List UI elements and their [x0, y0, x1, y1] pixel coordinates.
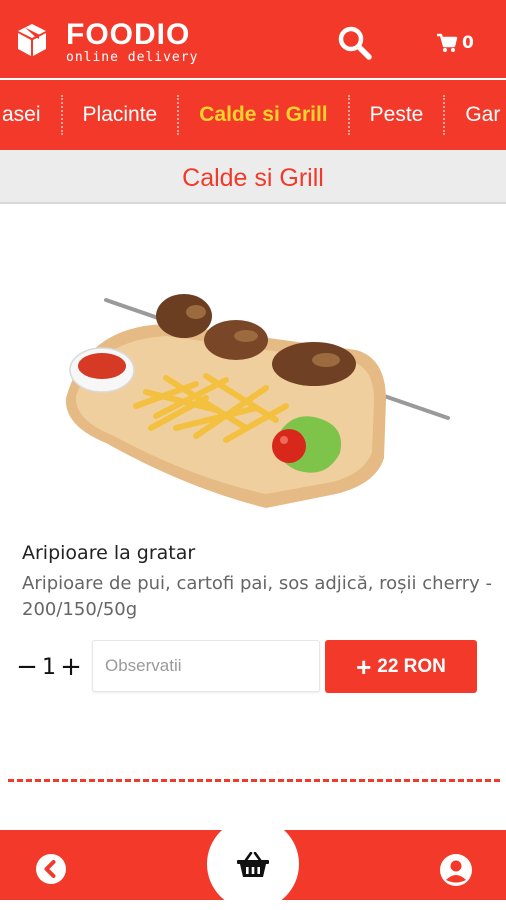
profile-button[interactable]	[440, 854, 472, 886]
search-button[interactable]	[336, 24, 374, 62]
product-image[interactable]	[56, 288, 452, 510]
decrement-button[interactable]: −	[16, 652, 38, 682]
brand[interactable]: FOODIO online delivery	[66, 20, 198, 66]
brand-name: FOODIO	[66, 18, 191, 51]
category-title: Calde si Grill	[182, 164, 324, 192]
search-icon	[338, 26, 372, 60]
nav-item-peste[interactable]: Peste	[350, 95, 446, 135]
category-nav: asei Placinte Calde si Grill Peste Gar	[0, 80, 506, 150]
cart-button[interactable]: 0	[436, 30, 474, 56]
basket-icon	[237, 852, 269, 877]
user-icon	[440, 854, 472, 886]
brand-tagline: online delivery	[66, 50, 199, 65]
quantity-stepper: − 1 +	[16, 650, 82, 684]
product-description: Aripioare de pui, cartofi pai, sos adjic…	[22, 573, 493, 620]
box-logo-icon	[16, 22, 48, 58]
add-to-cart-button[interactable]: + 22 RON	[325, 640, 477, 693]
dashed-divider	[8, 779, 500, 782]
nav-item-placinte[interactable]: Placinte	[63, 95, 180, 135]
nav-item-asei[interactable]: asei	[0, 95, 63, 135]
chevron-left-icon	[36, 854, 66, 884]
quantity-value: 1	[42, 654, 56, 680]
nav-item-gar[interactable]: Gar	[445, 95, 506, 135]
plus-icon: +	[356, 651, 372, 682]
app-header: FOODIO online delivery 0	[0, 0, 506, 78]
nav-item-calde-si-grill[interactable]: Calde si Grill	[179, 95, 350, 135]
cart-count: 0	[462, 33, 474, 53]
notes-input[interactable]	[92, 640, 320, 692]
category-header: Calde si Grill	[0, 150, 506, 204]
basket-button[interactable]	[207, 818, 299, 910]
cart-icon	[437, 33, 458, 52]
product-name: Aripioare la gratar	[22, 542, 196, 564]
add-to-cart-price: 22 RON	[377, 655, 446, 677]
increment-button[interactable]: +	[60, 652, 82, 682]
back-button[interactable]	[36, 854, 66, 884]
